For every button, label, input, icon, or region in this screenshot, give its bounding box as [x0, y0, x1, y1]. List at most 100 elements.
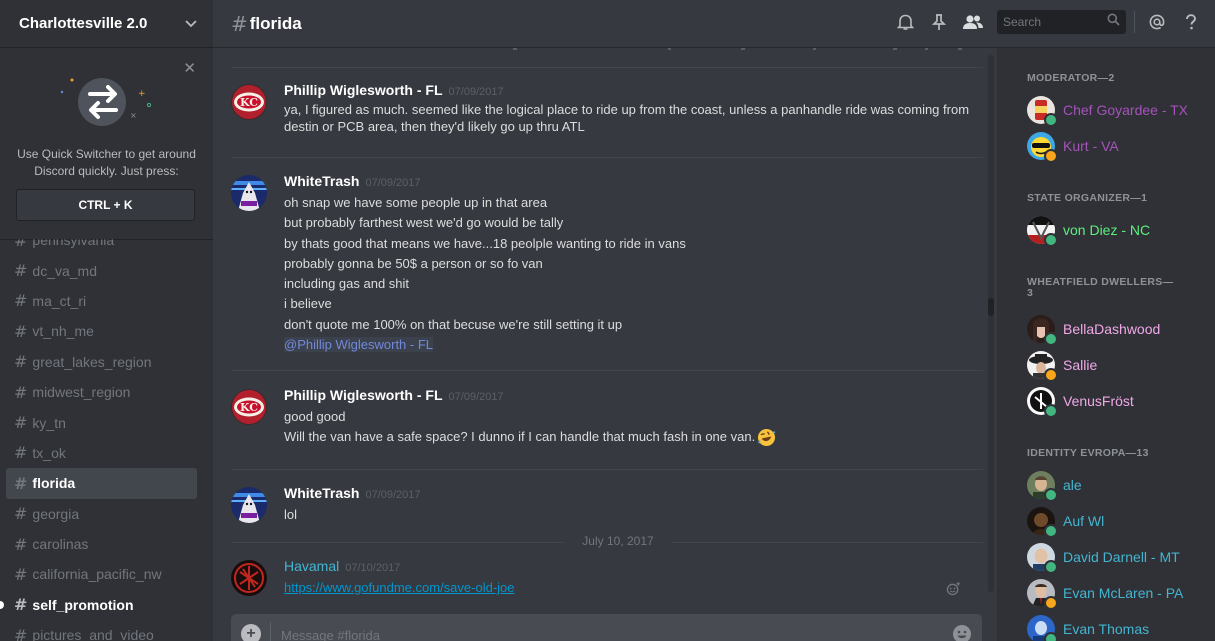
add-reaction-icon[interactable] [946, 581, 961, 596]
status-idle-indicator [1044, 149, 1058, 163]
channel-item-dc_va_md[interactable]: # dc_va_md [0, 255, 213, 285]
member-item[interactable]: von Diez - NC [1027, 213, 1207, 247]
server-name: Charlottesville 2.0 [19, 15, 148, 32]
channel-label: dc_va_md [32, 262, 97, 279]
message-composer: + [231, 614, 982, 641]
member-item[interactable]: VenusFröst [1027, 384, 1207, 418]
channel-item-pictures_and_video[interactable]: # pictures_and_video [0, 620, 213, 641]
message-author[interactable]: Phillip Wiglesworth - FL [284, 82, 443, 98]
search-input[interactable] [1003, 15, 1107, 29]
message-timestamp: 07/09/2017 [365, 489, 421, 501]
channel-item-florida[interactable]: # florida [6, 468, 197, 499]
robed-figure-avatar[interactable] [231, 175, 267, 211]
search-icon [1107, 13, 1120, 31]
message-text: good good [284, 409, 346, 424]
hash-icon: # [14, 625, 28, 641]
switcher-text: Use Quick Switcher to get around Discord… [17, 147, 196, 178]
member-item[interactable]: Kurt - VA [1027, 129, 1207, 163]
message-text: by thats good that means we have...18 pe… [284, 235, 686, 251]
message-text: Will the van have a safe space? I dunno … [284, 429, 756, 445]
member-item[interactable]: Evan McLaren - PA [1027, 576, 1207, 610]
member-group-title: STATE ORGANIZER—1 [1027, 192, 1148, 204]
bell-icon[interactable] [893, 10, 917, 34]
message-author[interactable]: Phillip Wiglesworth - FL [284, 387, 443, 403]
chiefs-logo-avatar[interactable]: KC [231, 389, 267, 425]
message-author[interactable]: WhiteTrash [284, 485, 359, 501]
message-text: don't quote me 100% on that becuse we're… [284, 316, 623, 332]
channel-label: ma_ct_ri [32, 292, 87, 309]
member-item[interactable]: Sallie [1027, 348, 1207, 382]
chevron-down-icon[interactable] [185, 16, 197, 31]
message-text: including gas and shit [284, 276, 410, 292]
emoji-picker-icon[interactable] [952, 624, 972, 641]
channel-item-vt_nh_me[interactable]: # vt_nh_me [0, 316, 213, 346]
message-author[interactable]: WhiteTrash [284, 173, 359, 189]
members-icon[interactable] [961, 10, 985, 34]
clipped-message-text [513, 48, 962, 50]
member-item[interactable]: Chef Goyardee - TX [1027, 93, 1207, 127]
member-group-title: MODERATOR—2 [1027, 72, 1115, 84]
status-online-indicator [1044, 113, 1058, 127]
member-group-title: IDENTITY EVROPA—13 [1027, 447, 1149, 459]
message-group: KC Phillip Wiglesworth - FL 07/09/2017 y… [231, 82, 983, 135]
channel-header: # florida [213, 0, 1215, 48]
member-name: ale [1063, 477, 1082, 493]
message-divider [231, 370, 983, 371]
pin-icon[interactable] [927, 10, 951, 34]
unread-indicator [0, 600, 4, 609]
composer-divider [270, 622, 271, 641]
robed-figure-avatar[interactable] [231, 487, 267, 523]
member-item[interactable]: Evan Thomas [1027, 612, 1207, 641]
channel-item-georgia[interactable]: # georgia [0, 499, 213, 529]
member-item[interactable]: Auf Wl [1027, 504, 1207, 538]
user-mention[interactable]: @Phillip Wiglesworth - FL [284, 337, 434, 353]
server-header[interactable]: Charlottesville 2.0 [0, 0, 213, 48]
header-divider [1134, 11, 1135, 33]
member-name: von Diez - NC [1063, 222, 1151, 238]
member-name: Kurt - VA [1063, 138, 1119, 154]
channel-label: midwest_region [32, 384, 131, 401]
channel-label: ky_tn [32, 414, 66, 431]
status-online-indicator [1044, 404, 1058, 418]
shortcut-key: CTRL + K [16, 189, 195, 221]
message-text: i believe [284, 296, 332, 312]
hash-icon: # [14, 595, 28, 615]
hat-avatar [1027, 351, 1058, 382]
status-online-indicator [1044, 233, 1058, 247]
channel-item-california_pacific_nw[interactable]: # california_pacific_nw [0, 559, 213, 589]
hash-icon: # [14, 504, 28, 524]
channel-item-ky_tn[interactable]: # ky_tn [0, 407, 213, 437]
channel-item-carolinas[interactable]: # carolinas [0, 529, 213, 559]
chiefs-logo-avatar[interactable]: KC [231, 84, 267, 120]
member-name: Chef Goyardee - TX [1063, 102, 1189, 118]
message-link[interactable]: https://www.gofundme.com/save-old-joe [284, 580, 515, 595]
channel-item-great_lakes_region[interactable]: # great_lakes_region [0, 347, 213, 377]
scrollbar-thumb[interactable] [988, 298, 994, 316]
member-name: Sallie [1063, 357, 1098, 373]
channel-item-tx_ok[interactable]: # tx_ok [0, 438, 213, 468]
message-text: but probably farthest west we'd go would… [284, 215, 564, 231]
status-online-indicator [1044, 332, 1058, 346]
close-icon[interactable]: ✕ [183, 59, 196, 77]
channel-label: self_promotion [32, 596, 134, 613]
red-rune-avatar[interactable] [231, 560, 267, 596]
channel-item-midwest_region[interactable]: # midwest_region [0, 377, 213, 407]
mentions-icon[interactable] [1145, 10, 1169, 34]
sunglasses-avatar [1027, 132, 1058, 163]
message-scrollbar[interactable] [988, 55, 994, 592]
upload-plus-icon[interactable]: + [241, 624, 261, 641]
help-icon[interactable] [1179, 10, 1203, 34]
channel-label: carolinas [32, 536, 89, 553]
channel-label: pictures_and_video [32, 627, 154, 641]
bw-avatar [1027, 387, 1058, 418]
channel-item-self_promotion[interactable]: # self_promotion [0, 590, 213, 620]
member-item[interactable]: BellaDashwood [1027, 312, 1207, 346]
message-author[interactable]: Havamal [284, 558, 339, 574]
hash-icon: # [14, 473, 28, 493]
search-field[interactable] [997, 10, 1126, 34]
member-item[interactable]: David Darnell - MT [1027, 540, 1207, 574]
member-item[interactable]: ale [1027, 468, 1207, 502]
message-input[interactable] [281, 625, 952, 641]
channel-item-ma_ct_ri[interactable]: # ma_ct_ri [0, 286, 213, 316]
message-divider [231, 157, 983, 158]
